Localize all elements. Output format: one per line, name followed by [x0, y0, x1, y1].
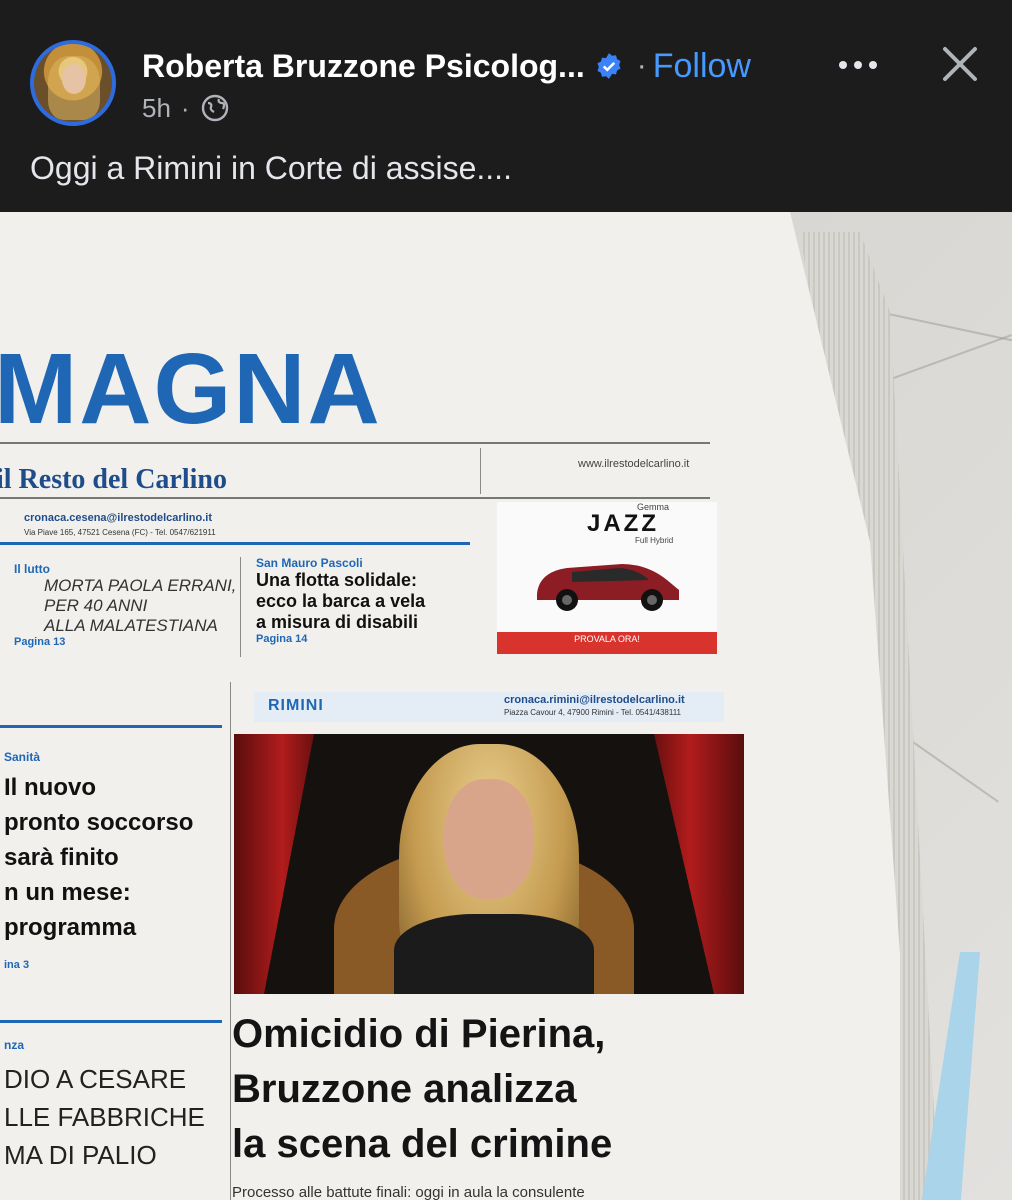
portrait-face — [444, 779, 534, 899]
news-photo — [234, 734, 744, 994]
car-illustration — [537, 564, 679, 611]
column-divider — [240, 557, 241, 657]
story-kicker: Il lutto — [14, 562, 50, 576]
cesena-email: cronaca.cesena@ilrestodelcarlino.it — [24, 512, 213, 524]
masthead-rule — [0, 442, 710, 444]
marble-vein — [879, 334, 1012, 384]
avatar[interactable] — [30, 40, 116, 126]
avatar-face — [62, 64, 86, 94]
story-kicker: Sanità — [4, 750, 41, 764]
story-line: Una flotta solidale: — [256, 570, 418, 590]
story-line: MORTA PAOLA ERRANI, — [44, 576, 237, 595]
header-rule — [0, 497, 710, 499]
ad-cta: PROVALA ORA! — [497, 632, 717, 654]
follow-button[interactable]: Follow — [653, 47, 751, 86]
close-icon[interactable] — [940, 44, 980, 84]
separator-dot: · — [636, 49, 647, 82]
rimini-email: cronaca.rimini@ilrestodelcarlino.it — [504, 694, 685, 706]
globe-icon — [201, 94, 228, 122]
story-sanmauro: San Mauro Pascoli Una flotta solidale: e… — [256, 556, 425, 645]
post-photo[interactable]: MAGNA il Resto del Carlino www.ilrestode… — [0, 212, 1012, 1200]
column-divider — [230, 682, 231, 1200]
story-line: ecco la barca a vela — [256, 591, 426, 611]
headline-subline: Processo alle battute finali: oggi in au… — [232, 1184, 585, 1200]
page-ref: ina 3 — [4, 959, 30, 971]
headline-line: Bruzzone analizza — [232, 1067, 577, 1111]
curtain — [234, 734, 314, 994]
story-line: DIO A CESARE — [4, 1064, 187, 1094]
cesena-address: Via Piave 165, 47521 Cesena (FC) - Tel. … — [24, 528, 216, 537]
post-meta: 5h · — [142, 90, 230, 126]
paper-url: www.ilrestodelcarlino.it — [578, 458, 690, 470]
car-ad: Gemma JAZZ Full Hybrid PROVALA ORA! — [497, 502, 717, 654]
story-line: MA DI PALIO — [4, 1140, 157, 1170]
story-line: Il nuovo — [4, 774, 96, 801]
verified-badge-icon — [597, 53, 621, 79]
post-header: Roberta Bruzzone Psicolog... · Follow 5h… — [0, 0, 1012, 212]
newspaper-masthead: MAGNA — [0, 333, 382, 445]
story-lutto: Il lutto MORTA PAOLA ERRANI, PER 40 ANNI… — [14, 562, 236, 648]
story-line: n un mese: — [4, 879, 131, 906]
section-rule — [0, 542, 470, 545]
story-sanita: Sanità Il nuovo pronto soccorso sarà fin… — [4, 750, 193, 971]
story-bottom: nza DIO A CESARE LLE FABBRICHE MA DI PAL… — [4, 1038, 205, 1174]
meta-separator: · — [180, 92, 190, 123]
story-kicker: nza — [4, 1038, 25, 1052]
paper-name: il Resto del Carlino — [0, 464, 227, 495]
page-ref: Pagina 14 — [256, 633, 308, 645]
portrait-body — [394, 914, 594, 994]
author-name[interactable]: Roberta Bruzzone Psicolog... — [142, 48, 585, 85]
headline-line: la scena del crimine — [232, 1122, 613, 1166]
more-options-icon[interactable] — [835, 50, 881, 80]
story-kicker: San Mauro Pascoli — [256, 556, 363, 570]
page-ref: Pagina 13 — [14, 636, 66, 648]
section-rule — [0, 1020, 222, 1023]
ad-subtitle: Full Hybrid — [635, 536, 674, 545]
rimini-section-bar: RIMINI cronaca.rimini@ilrestodelcarlino.… — [254, 692, 724, 722]
section-label: RIMINI — [268, 697, 324, 714]
post-caption: Oggi a Rimini in Corte di assise.... — [30, 150, 512, 186]
curtain — [654, 734, 744, 994]
story-line: ALLA MALATESTIANA — [44, 616, 218, 635]
ad-brand: JAZZ — [587, 510, 659, 537]
story-line: sarà finito — [4, 844, 119, 871]
story-line: pronto soccorso — [4, 809, 194, 836]
story-line: programma — [4, 914, 137, 941]
story-line: a misura di disabili — [256, 612, 419, 632]
headline-line: Omicidio di Pierina, — [232, 1012, 606, 1056]
story-line: LLE FABBRICHE — [4, 1102, 205, 1132]
divider — [480, 448, 481, 494]
rimini-address: Piazza Cavour 4, 47900 Rimini - Tel. 054… — [504, 708, 681, 717]
timestamp[interactable]: 5h — [142, 93, 171, 124]
section-rule — [0, 725, 222, 728]
author-row: Roberta Bruzzone Psicolog... · Follow — [142, 44, 751, 88]
story-line: PER 40 ANNI — [44, 596, 148, 615]
